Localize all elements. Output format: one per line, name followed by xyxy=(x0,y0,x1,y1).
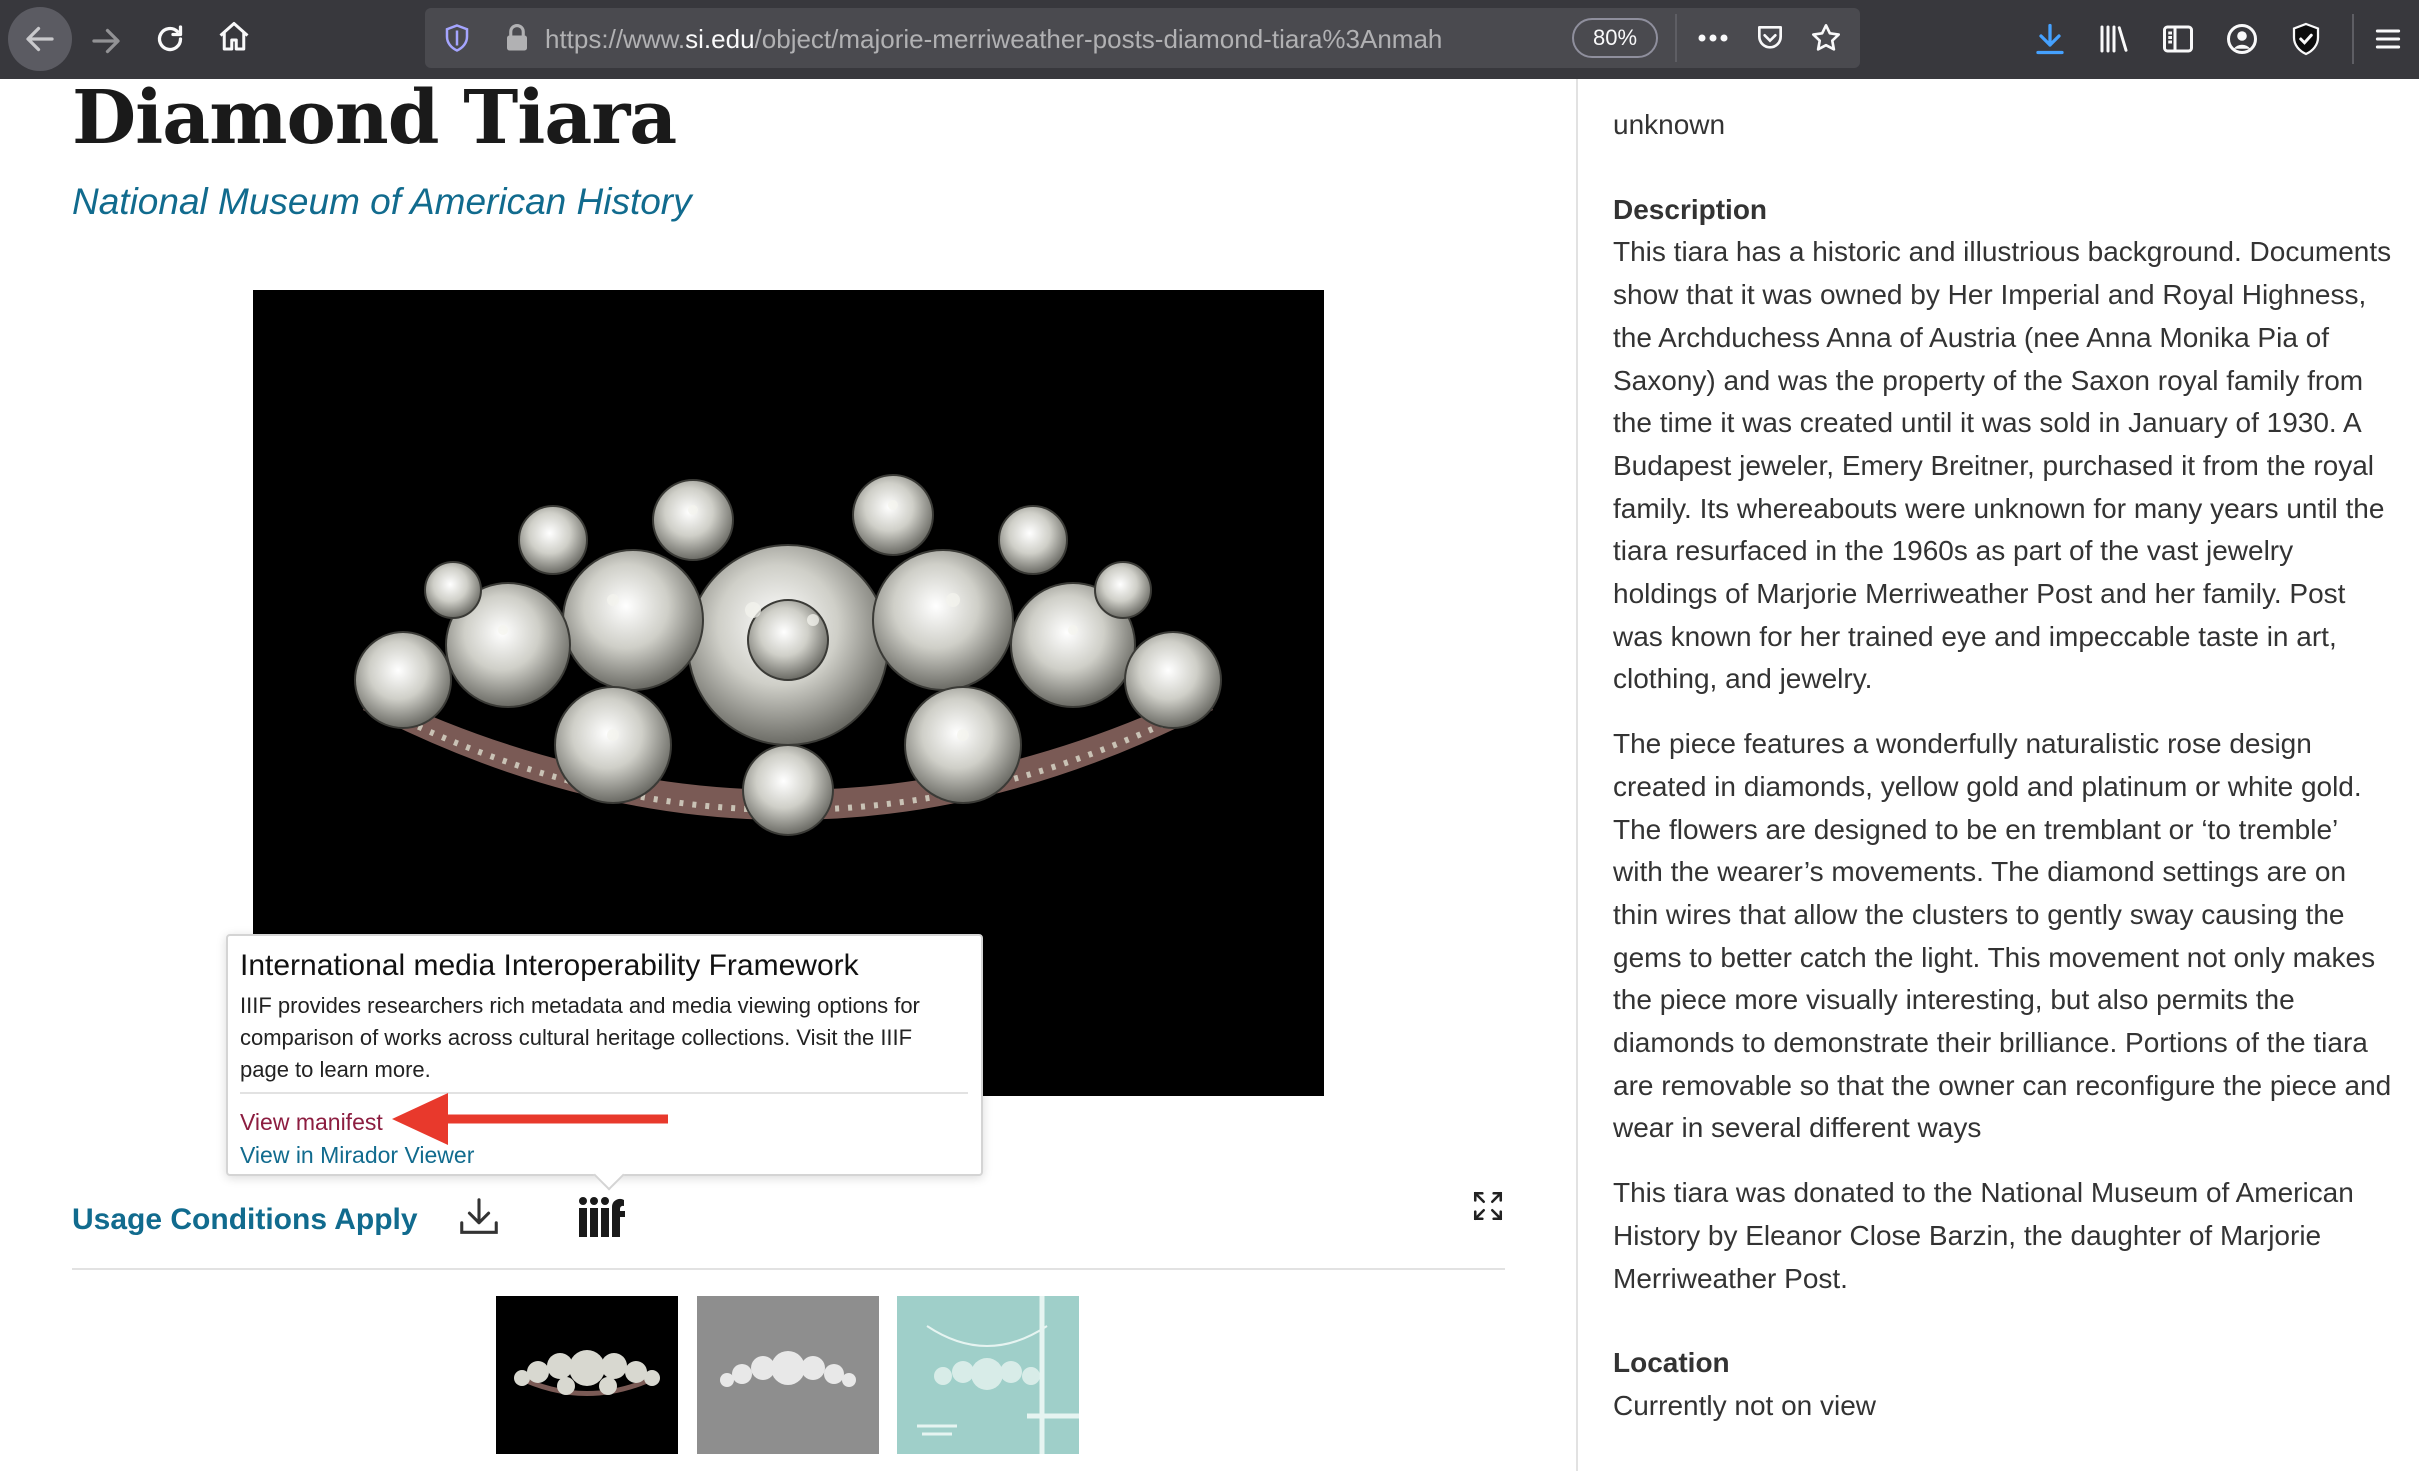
description-paragraph-1: This tiara has a historic and illustriou… xyxy=(1613,236,2392,695)
view-manifest-link[interactable]: View manifest xyxy=(240,1106,383,1138)
url-domain: si.edu xyxy=(685,24,755,54)
description-paragraph-3: This tiara was donated to the National M… xyxy=(1613,1177,2354,1294)
expand-icon[interactable] xyxy=(1468,1186,1508,1226)
download-icon[interactable] xyxy=(452,1190,506,1244)
download-arrow-icon[interactable] xyxy=(2028,17,2072,61)
pocket-icon[interactable] xyxy=(1750,18,1790,58)
thumbnail-tiara-image xyxy=(514,1350,660,1396)
account-icon[interactable] xyxy=(2220,17,2264,61)
url-bar[interactable]: https://www.si.edu/object/majorie-merriw… xyxy=(425,8,1860,68)
thumbnail-2[interactable] xyxy=(697,1296,879,1454)
forward-arrow-icon[interactable] xyxy=(84,19,128,63)
thumbnail-tiara-xray-image xyxy=(917,1296,1079,1454)
hamburger-menu-icon[interactable] xyxy=(2366,17,2410,61)
media-divider xyxy=(72,1268,1505,1270)
lock-icon[interactable] xyxy=(497,18,537,58)
reload-icon[interactable] xyxy=(148,17,192,61)
maker-value: unknown xyxy=(1613,109,1726,140)
privacy-shield-icon[interactable] xyxy=(2284,17,2328,61)
iiif-logo-icon[interactable] xyxy=(572,1190,632,1244)
library-icon[interactable] xyxy=(2092,17,2136,61)
star-icon[interactable] xyxy=(1806,18,1846,58)
back-arrow-icon[interactable] xyxy=(8,7,72,71)
location-value: Currently not on view xyxy=(1613,1389,1877,1421)
url-prefix: https://www. xyxy=(545,24,686,54)
zoom-level[interactable]: 80% xyxy=(1572,18,1658,58)
browser-toolbar: https://www.si.edu/object/majorie-merriw… xyxy=(0,0,2419,79)
home-icon[interactable] xyxy=(212,15,256,59)
column-divider xyxy=(1576,79,1578,1471)
popover-body: IIIF provides researchers rich metadata … xyxy=(240,993,920,1082)
thumbnail-3[interactable] xyxy=(897,1296,1079,1454)
museum-link[interactable]: National Museum of American History xyxy=(72,178,692,226)
location-label: Location xyxy=(1613,1347,1730,1379)
usage-conditions-link[interactable]: Usage Conditions Apply xyxy=(72,1198,418,1242)
url-text[interactable]: https://www.si.edu/object/majorie-merriw… xyxy=(545,22,1575,56)
urlbar-separator xyxy=(1675,14,1677,62)
thumbnail-1[interactable] xyxy=(496,1296,678,1454)
tracking-shield-icon[interactable] xyxy=(437,18,477,58)
url-path: /object/majorie-merriweather-posts-diamo… xyxy=(754,24,1443,54)
more-icon[interactable] xyxy=(1693,18,1733,58)
callout-arrow-icon xyxy=(392,1093,668,1145)
thumbnail-tiara-gray-image xyxy=(720,1351,856,1387)
page-title: Diamond Tiara xyxy=(72,75,677,161)
sidebar-icon[interactable] xyxy=(2156,17,2200,61)
description-paragraph-2: The piece features a wonderfully natural… xyxy=(1613,728,2392,1144)
description-label: Description xyxy=(1613,193,1768,225)
popover-title: International media Interoperability Fra… xyxy=(240,949,859,982)
toolbar-separator xyxy=(2352,14,2354,64)
object-details: unknown Description This tiara has a his… xyxy=(1613,104,2393,1428)
